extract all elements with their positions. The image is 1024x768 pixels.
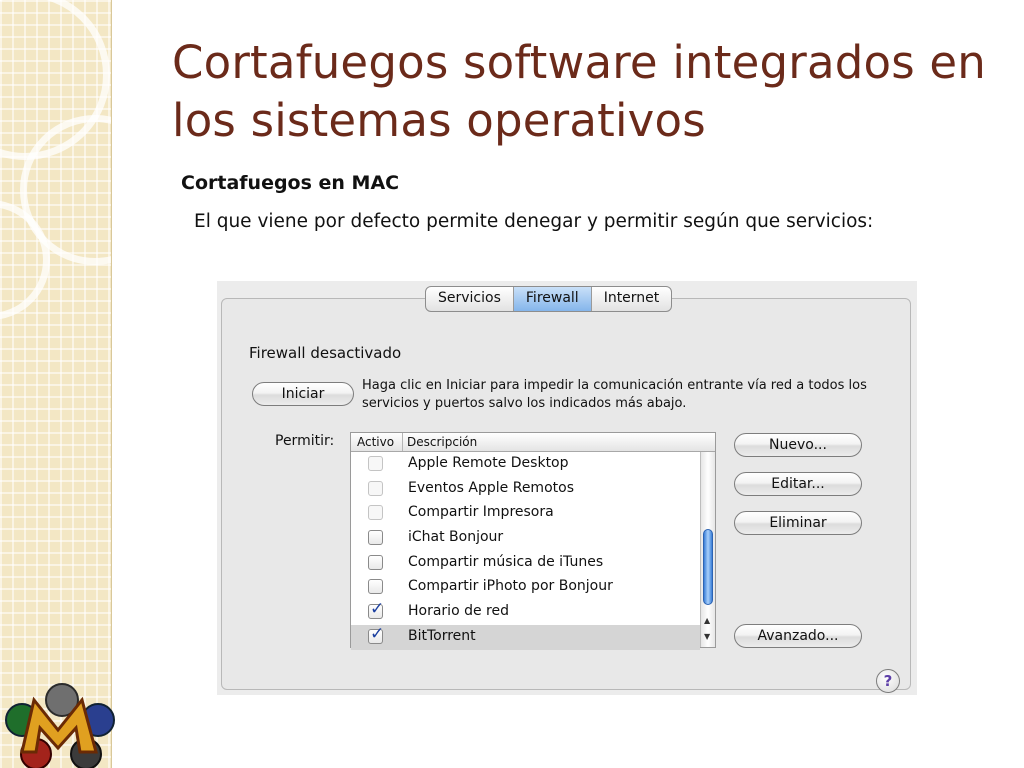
list-item-label: Apple Remote Desktop [408,455,569,471]
checkbox-icon[interactable] [368,599,384,620]
delete-button[interactable]: Eliminar [734,511,862,535]
firewall-tab-content: Firewall desactivado Iniciar Haga clic e… [221,298,911,693]
slide-title: Cortafuegos software integrados en los s… [172,36,986,147]
list-rows: Apple Remote Desktop Eventos Apple Remot… [351,452,700,650]
checkbox-icon[interactable] [368,530,383,546]
decorative-side-band [0,0,112,768]
list-item[interactable]: Apple Remote Desktop [351,452,700,477]
list-item-label: Compartir música de iTunes [408,553,604,570]
list-header: Activo Descripción [351,433,715,452]
checkbox-icon[interactable] [368,579,383,595]
checkbox-icon[interactable] [368,624,384,644]
list-item-label: Horario de red [408,603,509,620]
checkbox-icon[interactable] [368,456,383,471]
tab-servicios[interactable]: Servicios [426,287,514,311]
slide-subtitle: Cortafuegos en MAC [181,172,400,194]
start-button[interactable]: Iniciar [252,382,354,406]
tab-bar: Servicios Firewall Internet [425,286,673,312]
list-item-label: Compartir iPhoto por Bonjour [408,578,613,595]
new-button[interactable]: Nuevo... [734,433,862,457]
magic-m-logo-icon [5,683,115,768]
checkbox-icon[interactable] [368,505,383,521]
column-header-active[interactable]: Activo [351,433,403,451]
list-item[interactable]: Eventos Apple Remotos [351,477,700,502]
list-item[interactable]: BitTorrent [351,624,700,650]
list-item-label: Compartir Impresora [408,504,554,521]
scrollbar-thumb[interactable] [703,529,713,605]
firewall-status: Firewall desactivado [249,344,402,362]
list-item[interactable]: Horario de red [351,599,700,625]
edit-button[interactable]: Editar... [734,472,862,496]
list-item[interactable]: Compartir iPhoto por Bonjour [351,575,700,600]
tab-internet[interactable]: Internet [592,287,672,311]
tab-firewall[interactable]: Firewall [513,287,592,311]
allow-label: Permitir: [275,433,335,449]
help-icon[interactable]: ? [876,669,900,693]
arrow-up-icon[interactable]: ▲ [704,616,710,626]
list-item[interactable]: Compartir Impresora [351,501,700,526]
list-item-label: iChat Bonjour [408,529,504,546]
list-item[interactable]: iChat Bonjour [351,526,700,551]
column-header-description[interactable]: Descripción [403,433,477,451]
services-list: Activo Descripción Apple Remote Desktop … [350,432,716,650]
list-scrollbar[interactable]: ▲ ▼ [700,452,715,647]
firewall-preferences-pane: Servicios Firewall Internet Firewall des… [217,281,917,695]
start-info-text: Haga clic en Iniciar para impedir la com… [362,378,867,411]
advanced-button[interactable]: Avanzado... [734,624,862,648]
checkbox-icon[interactable] [368,554,383,570]
list-item-label: Eventos Apple Remotos [408,479,574,496]
arrow-down-icon[interactable]: ▼ [704,632,710,642]
list-item-label: BitTorrent [408,627,476,644]
slide-body-text: El que viene por defecto permite denegar… [194,211,874,232]
checkbox-icon[interactable] [368,480,383,496]
list-item[interactable]: Compartir música de iTunes [351,551,700,576]
